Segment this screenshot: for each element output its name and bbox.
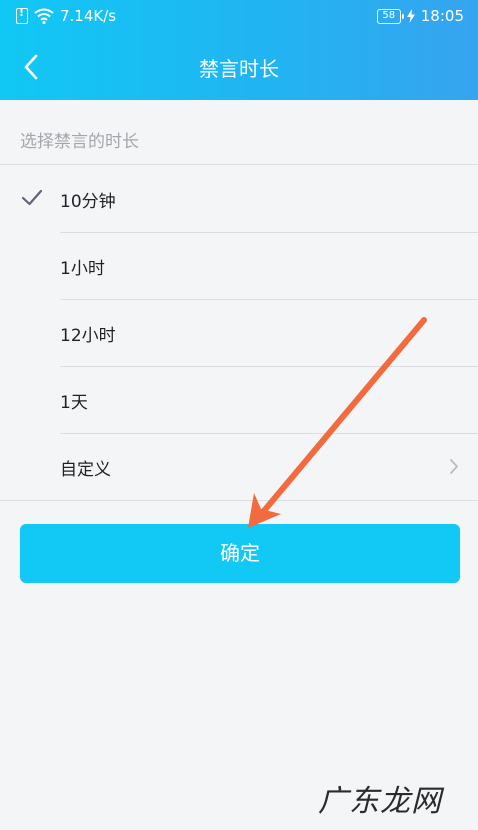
- option-label: 10分钟: [60, 192, 116, 212]
- net-speed: 7.14K/s: [60, 7, 117, 25]
- chevron-right-icon: [450, 459, 458, 474]
- status-bar: 7.14K/s 58 18:05: [0, 0, 478, 33]
- status-left: 7.14K/s: [16, 6, 117, 25]
- option-label: 1小时: [60, 259, 105, 279]
- page-title: 禁言时长: [199, 57, 279, 81]
- section-hint: 选择禁言的时长: [20, 132, 139, 152]
- battery-icon: 58: [376, 8, 404, 24]
- option-12-hours[interactable]: 12小时: [0, 299, 478, 366]
- option-label: 12小时: [60, 326, 116, 346]
- duration-options-list: 10分钟 1小时 12小时 1天 自定义: [0, 164, 478, 501]
- sim-alert-icon: [16, 6, 28, 24]
- option-label: 自定义: [60, 460, 111, 480]
- option-custom[interactable]: 自定义: [0, 433, 478, 500]
- watermark-logo: 广东龙网: [318, 784, 442, 819]
- charging-icon: [406, 9, 415, 23]
- wifi-icon: [34, 8, 54, 24]
- status-right: 58 18:05: [376, 7, 464, 25]
- option-10-minutes[interactable]: 10分钟: [0, 165, 478, 232]
- confirm-button[interactable]: 确定: [20, 524, 460, 583]
- option-1-hour[interactable]: 1小时: [0, 232, 478, 299]
- option-1-day[interactable]: 1天: [0, 366, 478, 433]
- check-icon: [21, 189, 43, 206]
- nav-bar: 禁言时长: [0, 33, 478, 100]
- clock: 18:05: [420, 7, 464, 25]
- option-label: 1天: [60, 393, 88, 413]
